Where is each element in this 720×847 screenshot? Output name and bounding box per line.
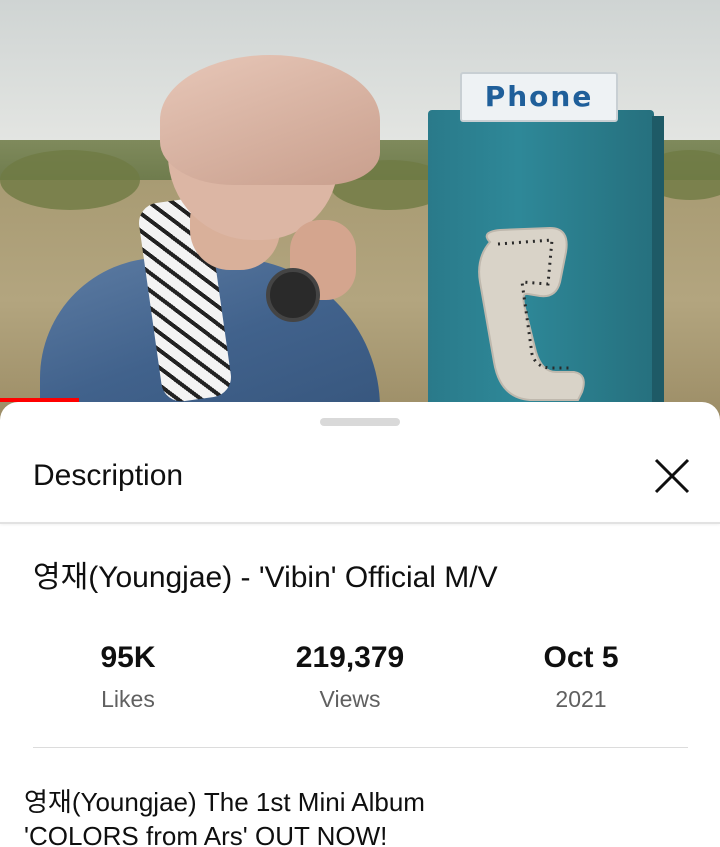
handset-icon <box>478 226 585 401</box>
publish-year: 2021 <box>555 686 607 712</box>
stat-date: Oct 5 2021 <box>481 636 681 716</box>
header-divider <box>0 522 720 524</box>
likes-label: Likes <box>101 686 155 712</box>
close-button[interactable] <box>648 452 696 500</box>
publish-date: Oct 5 <box>543 641 619 674</box>
video-title: 영재(Youngjae) - 'Vibin' Official M/V <box>33 561 498 594</box>
close-icon <box>654 458 690 494</box>
views-label: Views <box>319 686 381 712</box>
sheet-title: Description <box>33 459 184 492</box>
stat-likes: 95K Likes <box>28 636 228 716</box>
sheet-header: Description <box>0 432 720 522</box>
description-text: 영재(Youngjae) The 1st Mini Album 'COLORS … <box>24 785 704 847</box>
views-count: 219,379 <box>295 641 405 674</box>
stat-views: 219,379 Views <box>250 636 450 716</box>
phone-booth-sign: Phone <box>460 72 618 122</box>
description-line: 영재(Youngjae) The 1st Mini Album <box>24 787 425 817</box>
description-line: 'COLORS from Ars' OUT NOW! <box>24 821 388 847</box>
likes-count: 95K <box>100 641 156 674</box>
video-bush <box>0 150 140 210</box>
stats-divider <box>33 747 688 748</box>
telephone-receiver <box>266 268 320 322</box>
sheet-drag-handle[interactable] <box>320 418 400 426</box>
video-player[interactable]: Phone <box>0 0 720 420</box>
person-hair <box>160 55 380 185</box>
video-stats: 95K Likes 219,379 Views Oct 5 2021 <box>0 636 720 726</box>
description-sheet: Description 영재(Youngjae) - 'Vibin' Offic… <box>0 402 720 847</box>
